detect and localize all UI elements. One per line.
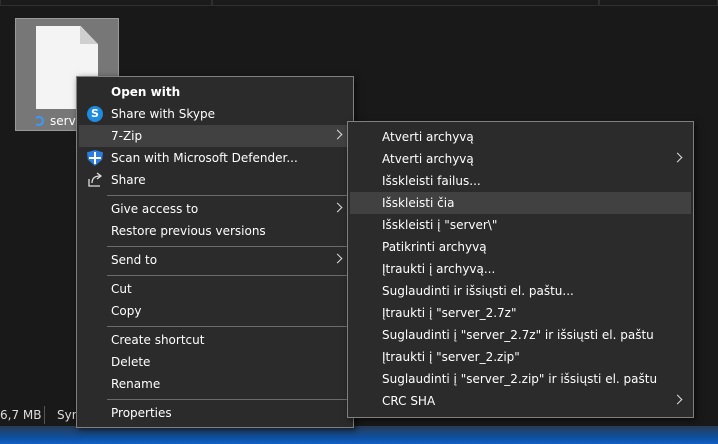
submenu-item-compress-email[interactable]: Suglaudinti ir išsiųsti el. paštu...	[350, 280, 691, 302]
submenu-item-label: Suglaudinti ir išsiųsti el. paštu...	[382, 284, 574, 298]
menu-item-label: Send to	[111, 253, 158, 267]
taskbar-strip	[0, 426, 718, 444]
chevron-right-icon	[332, 253, 343, 264]
submenu-item-add-zip[interactable]: Įtraukti į "server_2.zip"	[350, 346, 691, 368]
seven-zip-submenu: Atverti archyvą Atverti archyvą Išskleis…	[347, 121, 694, 418]
menu-item-label: Share	[111, 173, 146, 187]
submenu-item-label: Įtraukti į "server_2.7z"	[382, 306, 517, 320]
submenu-item-label: Įtraukti į archyvą...	[382, 262, 496, 276]
submenu-item-label: Patikrinti archyvą	[382, 240, 487, 254]
chevron-right-icon	[672, 152, 683, 163]
submenu-item-extract-files[interactable]: Išskleisti failus...	[350, 170, 691, 192]
menu-item-restore-previous[interactable]: Restore previous versions	[79, 220, 351, 242]
menu-item-label: Scan with Microsoft Defender...	[111, 151, 298, 165]
submenu-item-extract-to-folder[interactable]: Išskleisti į "server\"	[350, 214, 691, 236]
menu-item-give-access[interactable]: Give access to	[79, 198, 351, 220]
menu-item-share-skype[interactable]: S Share with Skype	[79, 103, 351, 125]
menu-item-label: Share with Skype	[111, 107, 215, 121]
menu-separator	[107, 195, 349, 196]
chevron-right-icon	[332, 129, 343, 140]
submenu-item-label: Suglaudinti į "server_2.zip" ir išsiųsti…	[382, 372, 658, 386]
menu-item-delete[interactable]: Delete	[79, 351, 351, 373]
menu-item-cut[interactable]: Cut	[79, 278, 351, 300]
chevron-right-icon	[672, 394, 683, 405]
toolbar-segment	[212, 0, 599, 6]
menu-separator	[107, 399, 349, 400]
menu-item-share[interactable]: Share	[79, 169, 351, 191]
menu-separator	[107, 275, 349, 276]
chevron-right-icon	[332, 202, 343, 213]
share-icon	[87, 172, 103, 188]
menu-separator	[107, 326, 349, 327]
menu-item-rename[interactable]: Rename	[79, 373, 351, 395]
toolbar-segment	[0, 0, 212, 6]
menu-item-label: Copy	[111, 304, 142, 318]
menu-item-create-shortcut[interactable]: Create shortcut	[79, 329, 351, 351]
submenu-item-compress-7z-email[interactable]: Suglaudinti į "server_2.7z" ir išsiųsti …	[350, 324, 691, 346]
submenu-item-label: Išskleisti failus...	[382, 174, 481, 188]
menu-item-label: Properties	[111, 406, 172, 420]
submenu-item-label: Įtraukti į "server_2.zip"	[382, 350, 520, 364]
submenu-item-test-archive[interactable]: Patikrinti archyvą	[350, 236, 691, 258]
menu-item-label: 7-Zip	[111, 129, 143, 143]
submenu-item-add-to-archive[interactable]: Įtraukti į archyvą...	[350, 258, 691, 280]
submenu-item-label: Išskleisti į "server\"	[382, 218, 498, 232]
status-divider	[44, 406, 45, 424]
submenu-item-open-archive-more[interactable]: Atverti archyvą	[350, 148, 691, 170]
status-size: 6,7 MB	[0, 408, 42, 422]
menu-item-scan-defender[interactable]: Scan with Microsoft Defender...	[79, 147, 351, 169]
submenu-item-label: CRC SHA	[382, 394, 436, 408]
submenu-item-crc-sha[interactable]: CRC SHA	[350, 390, 691, 412]
menu-item-copy[interactable]: Copy	[79, 300, 351, 322]
menu-item-label: Restore previous versions	[111, 224, 266, 238]
menu-item-label: Open with	[111, 85, 181, 99]
menu-item-label: Delete	[111, 355, 151, 369]
submenu-item-extract-here[interactable]: Išskleisti čia	[350, 192, 691, 214]
explorer-top-strip	[0, 0, 718, 6]
skype-icon: S	[87, 106, 103, 122]
submenu-item-label: Atverti archyvą	[382, 152, 474, 166]
menu-item-label: Give access to	[111, 202, 199, 216]
menu-item-send-to[interactable]: Send to	[79, 249, 351, 271]
menu-item-label: Rename	[111, 377, 161, 391]
submenu-item-label: Atverti archyvą	[382, 130, 474, 144]
menu-item-open-with[interactable]: Open with	[79, 81, 351, 103]
menu-item-7zip[interactable]: 7-Zip	[79, 125, 351, 147]
submenu-item-label: Suglaudinti į "server_2.7z" ir išsiųsti …	[382, 328, 654, 342]
status-bar: 6,7 MB Syn	[0, 405, 79, 425]
defender-shield-icon	[87, 150, 103, 166]
toolbar-segment	[599, 0, 718, 6]
submenu-item-label: Išskleisti čia	[382, 196, 455, 210]
submenu-item-compress-zip-email[interactable]: Suglaudinti į "server_2.zip" ir išsiųsti…	[350, 368, 691, 390]
submenu-item-open-archive[interactable]: Atverti archyvą	[350, 126, 691, 148]
menu-item-properties[interactable]: Properties	[79, 402, 351, 424]
submenu-item-add-7z[interactable]: Įtraukti į "server_2.7z"	[350, 302, 691, 324]
menu-separator	[107, 246, 349, 247]
menu-item-label: Create shortcut	[111, 333, 205, 347]
sync-status-icon	[34, 116, 44, 126]
context-menu: Open with S Share with Skype 7-Zip Scan …	[76, 76, 354, 428]
file-fold-corner	[80, 26, 98, 44]
menu-item-label: Cut	[111, 282, 132, 296]
